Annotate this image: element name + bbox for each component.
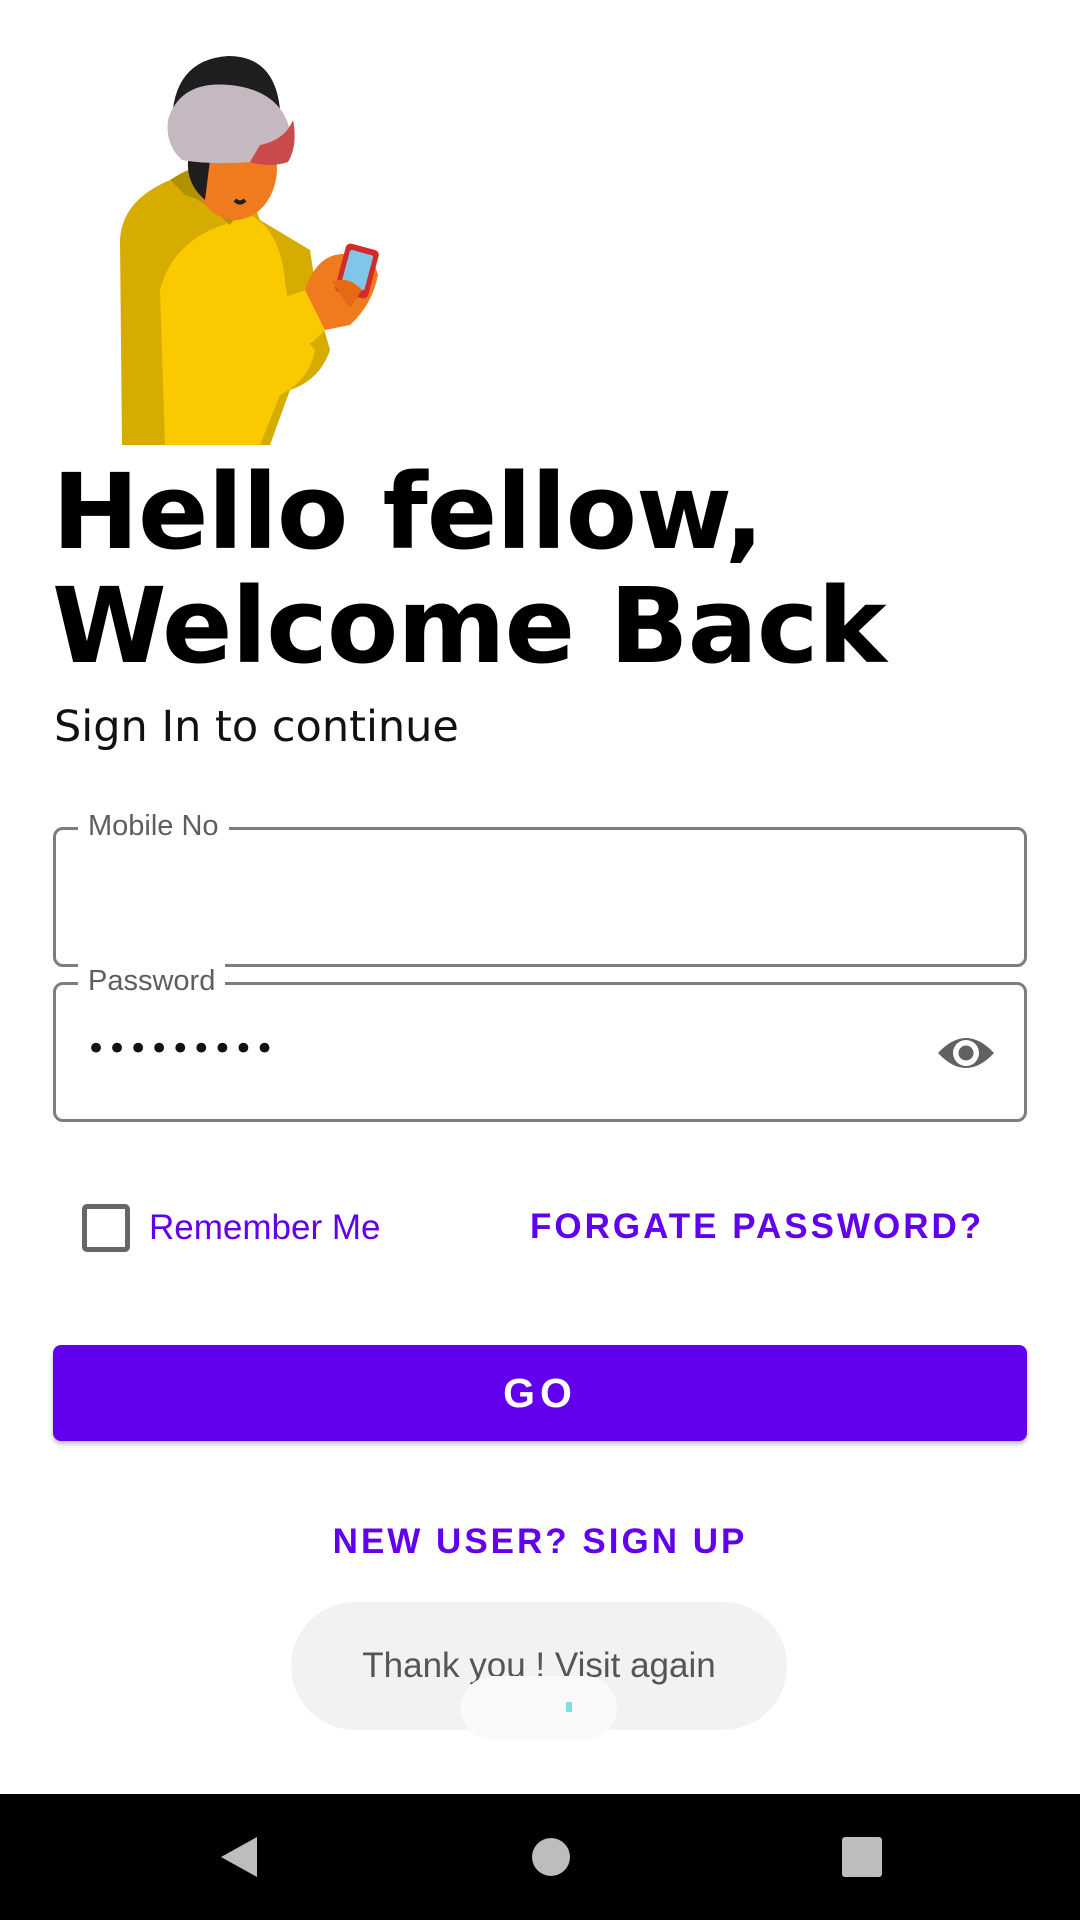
password-field[interactable]: Password ••••••••• — [53, 963, 1027, 1122]
go-button[interactable]: GO — [53, 1345, 1027, 1441]
password-field-label: Password — [78, 963, 226, 999]
toast-indicator — [566, 1702, 572, 1712]
sign-up-link[interactable]: NEW USER? SIGN UP — [0, 1522, 1080, 1562]
mobile-field-label: Mobile No — [78, 808, 229, 844]
checkbox-box[interactable] — [82, 1204, 130, 1252]
eye-icon[interactable] — [936, 1027, 996, 1079]
remember-me-label[interactable]: Remember Me — [149, 1208, 380, 1248]
back-triangle-icon[interactable] — [217, 1833, 261, 1881]
title-line-1: Hello fellow, — [52, 451, 764, 573]
remember-me-checkbox[interactable]: Remember Me — [82, 1202, 380, 1254]
mobile-field[interactable]: Mobile No — [53, 808, 1027, 967]
title-line-2: Welcome Back — [52, 565, 887, 687]
toast-overlay — [461, 1676, 617, 1740]
page-subtitle: Sign In to continue — [54, 702, 459, 752]
system-navigation-bar — [0, 1794, 1080, 1920]
man-holding-phone-illustration — [120, 56, 379, 445]
password-field-value[interactable]: ••••••••• — [86, 1029, 276, 1069]
forgot-password-link[interactable]: FORGATE PASSWORD? — [530, 1207, 984, 1247]
home-circle-icon[interactable] — [531, 1837, 571, 1877]
recents-square-icon[interactable] — [841, 1836, 883, 1878]
page-title: Hello fellow, Welcome Back — [52, 455, 1032, 683]
